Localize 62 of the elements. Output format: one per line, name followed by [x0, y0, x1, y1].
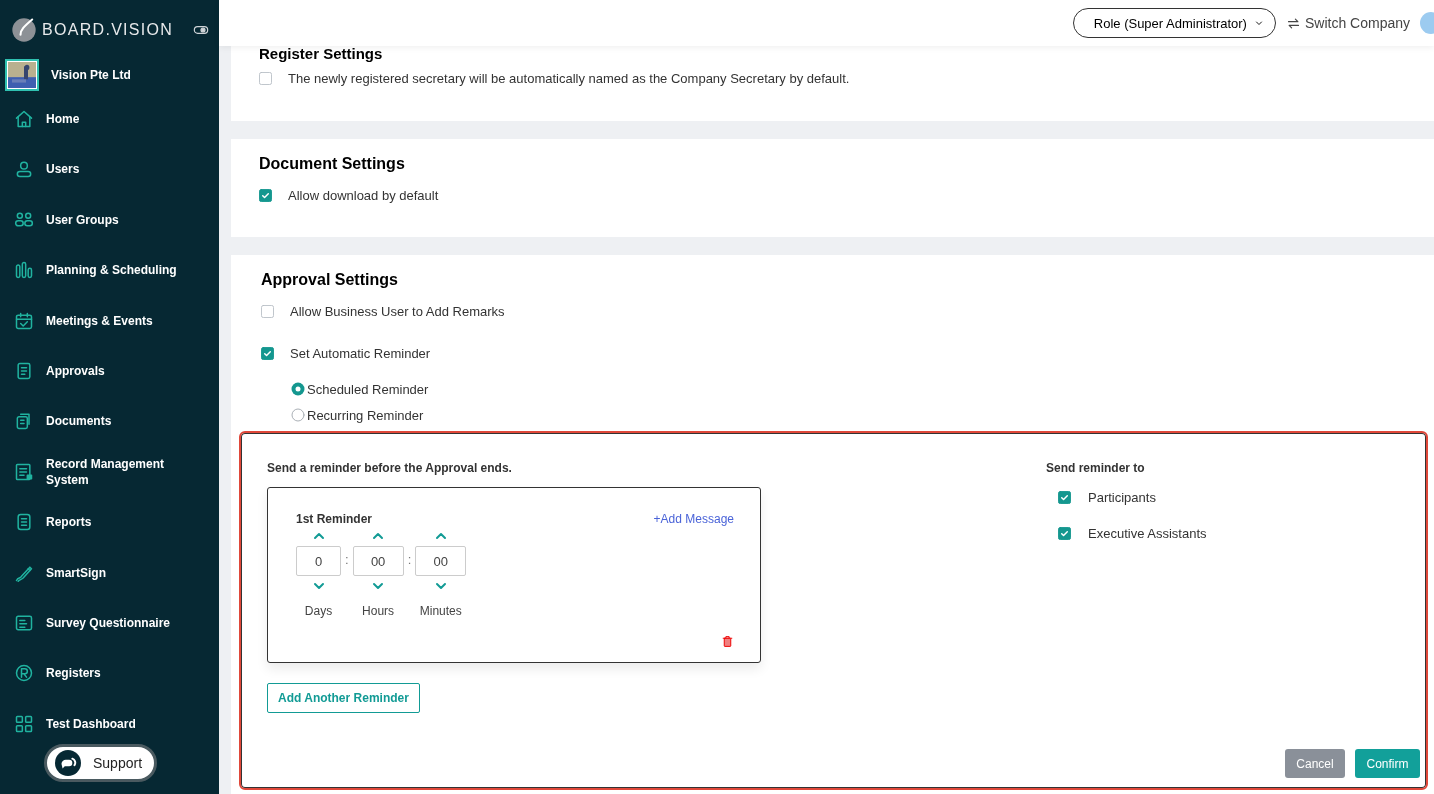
- bar-chart-icon: [14, 260, 34, 281]
- unit-label: Hours: [362, 604, 395, 618]
- section-title: Document Settings: [259, 154, 406, 174]
- checkbox[interactable]: [259, 188, 272, 202]
- trash-icon[interactable]: [721, 635, 734, 648]
- swap-icon: [1285, 15, 1301, 31]
- nav-item[interactable]: SmartSign: [0, 557, 219, 588]
- calendar-icon: [14, 310, 34, 331]
- unit-label: Days: [304, 604, 333, 618]
- home-icon: [14, 109, 34, 129]
- chat-icon: [55, 750, 81, 776]
- list-icon: [14, 512, 34, 533]
- radio-button[interactable]: [291, 382, 305, 396]
- checkbox[interactable]: [1058, 526, 1071, 540]
- radio-label: Scheduled Reminder: [307, 381, 429, 397]
- option-label: Set Automatic Reminder: [290, 345, 431, 361]
- nav-item[interactable]: Survey Questionnaire: [0, 607, 219, 638]
- registered-icon: [14, 663, 34, 684]
- time-input[interactable]: 00: [415, 546, 467, 576]
- recipient-label: Executive Assistants: [1088, 525, 1207, 541]
- recipients-heading: Send reminder to: [1046, 461, 1146, 475]
- section-title: Approval Settings: [261, 270, 399, 290]
- option-label: The newly registered secretary will be automatically named as the Company Secretary by default.: [288, 70, 850, 86]
- add-message-link[interactable]: +Add Message: [653, 512, 734, 526]
- unit-label: Minutes: [419, 604, 462, 618]
- option-label: Allow Business User to Add Remarks: [290, 303, 505, 319]
- checkbox[interactable]: [261, 346, 274, 360]
- nav-item[interactable]: Reports: [0, 507, 219, 538]
- role-dropdown[interactable]: Role (Super Administrator): [1072, 8, 1276, 38]
- nav-item[interactable]: Registers: [0, 658, 219, 689]
- nav-item[interactable]: Meetings & Events: [0, 305, 219, 336]
- nav-item[interactable]: Approvals: [0, 355, 219, 386]
- logo: BOARD.VISION: [42, 21, 175, 39]
- nav-item[interactable]: Home: [0, 104, 219, 134]
- checkbox[interactable]: [259, 71, 272, 85]
- option-label: Allow download by default: [288, 187, 439, 203]
- time-input[interactable]: 00: [352, 546, 404, 576]
- switch-company-link[interactable]: Switch Company: [1285, 15, 1410, 31]
- section-title: Register Settings: [259, 46, 384, 62]
- support-button[interactable]: Support: [44, 744, 158, 782]
- company-name: Vision Pte Ltd: [51, 68, 131, 82]
- checkbox[interactable]: [261, 304, 274, 318]
- radio-button[interactable]: [291, 408, 305, 422]
- recipient-label: Participants: [1088, 489, 1156, 505]
- radio-label: Recurring Reminder: [307, 407, 424, 423]
- checkbox[interactable]: [1058, 490, 1071, 504]
- nav-item[interactable]: Planning & Scheduling: [0, 255, 219, 286]
- colon: :: [344, 551, 350, 567]
- panel-heading: Send a reminder before the Approval ends.: [267, 461, 513, 475]
- user-icon: [14, 159, 34, 180]
- nav-item[interactable]: Record Management System: [0, 456, 219, 487]
- logo-icon: [10, 16, 38, 44]
- nav-item[interactable]: Documents: [0, 406, 219, 437]
- colon: :: [406, 551, 413, 567]
- record-icon: [14, 461, 34, 482]
- nav-item[interactable]: User Groups: [0, 204, 219, 235]
- grid-icon: [14, 713, 34, 734]
- nav-item[interactable]: Test Dashboard: [0, 708, 219, 739]
- document-icon: [14, 360, 34, 381]
- time-input[interactable]: 0: [296, 546, 341, 576]
- nav-item[interactable]: Users: [0, 154, 219, 185]
- reminder-title: 1st Reminder: [296, 512, 373, 526]
